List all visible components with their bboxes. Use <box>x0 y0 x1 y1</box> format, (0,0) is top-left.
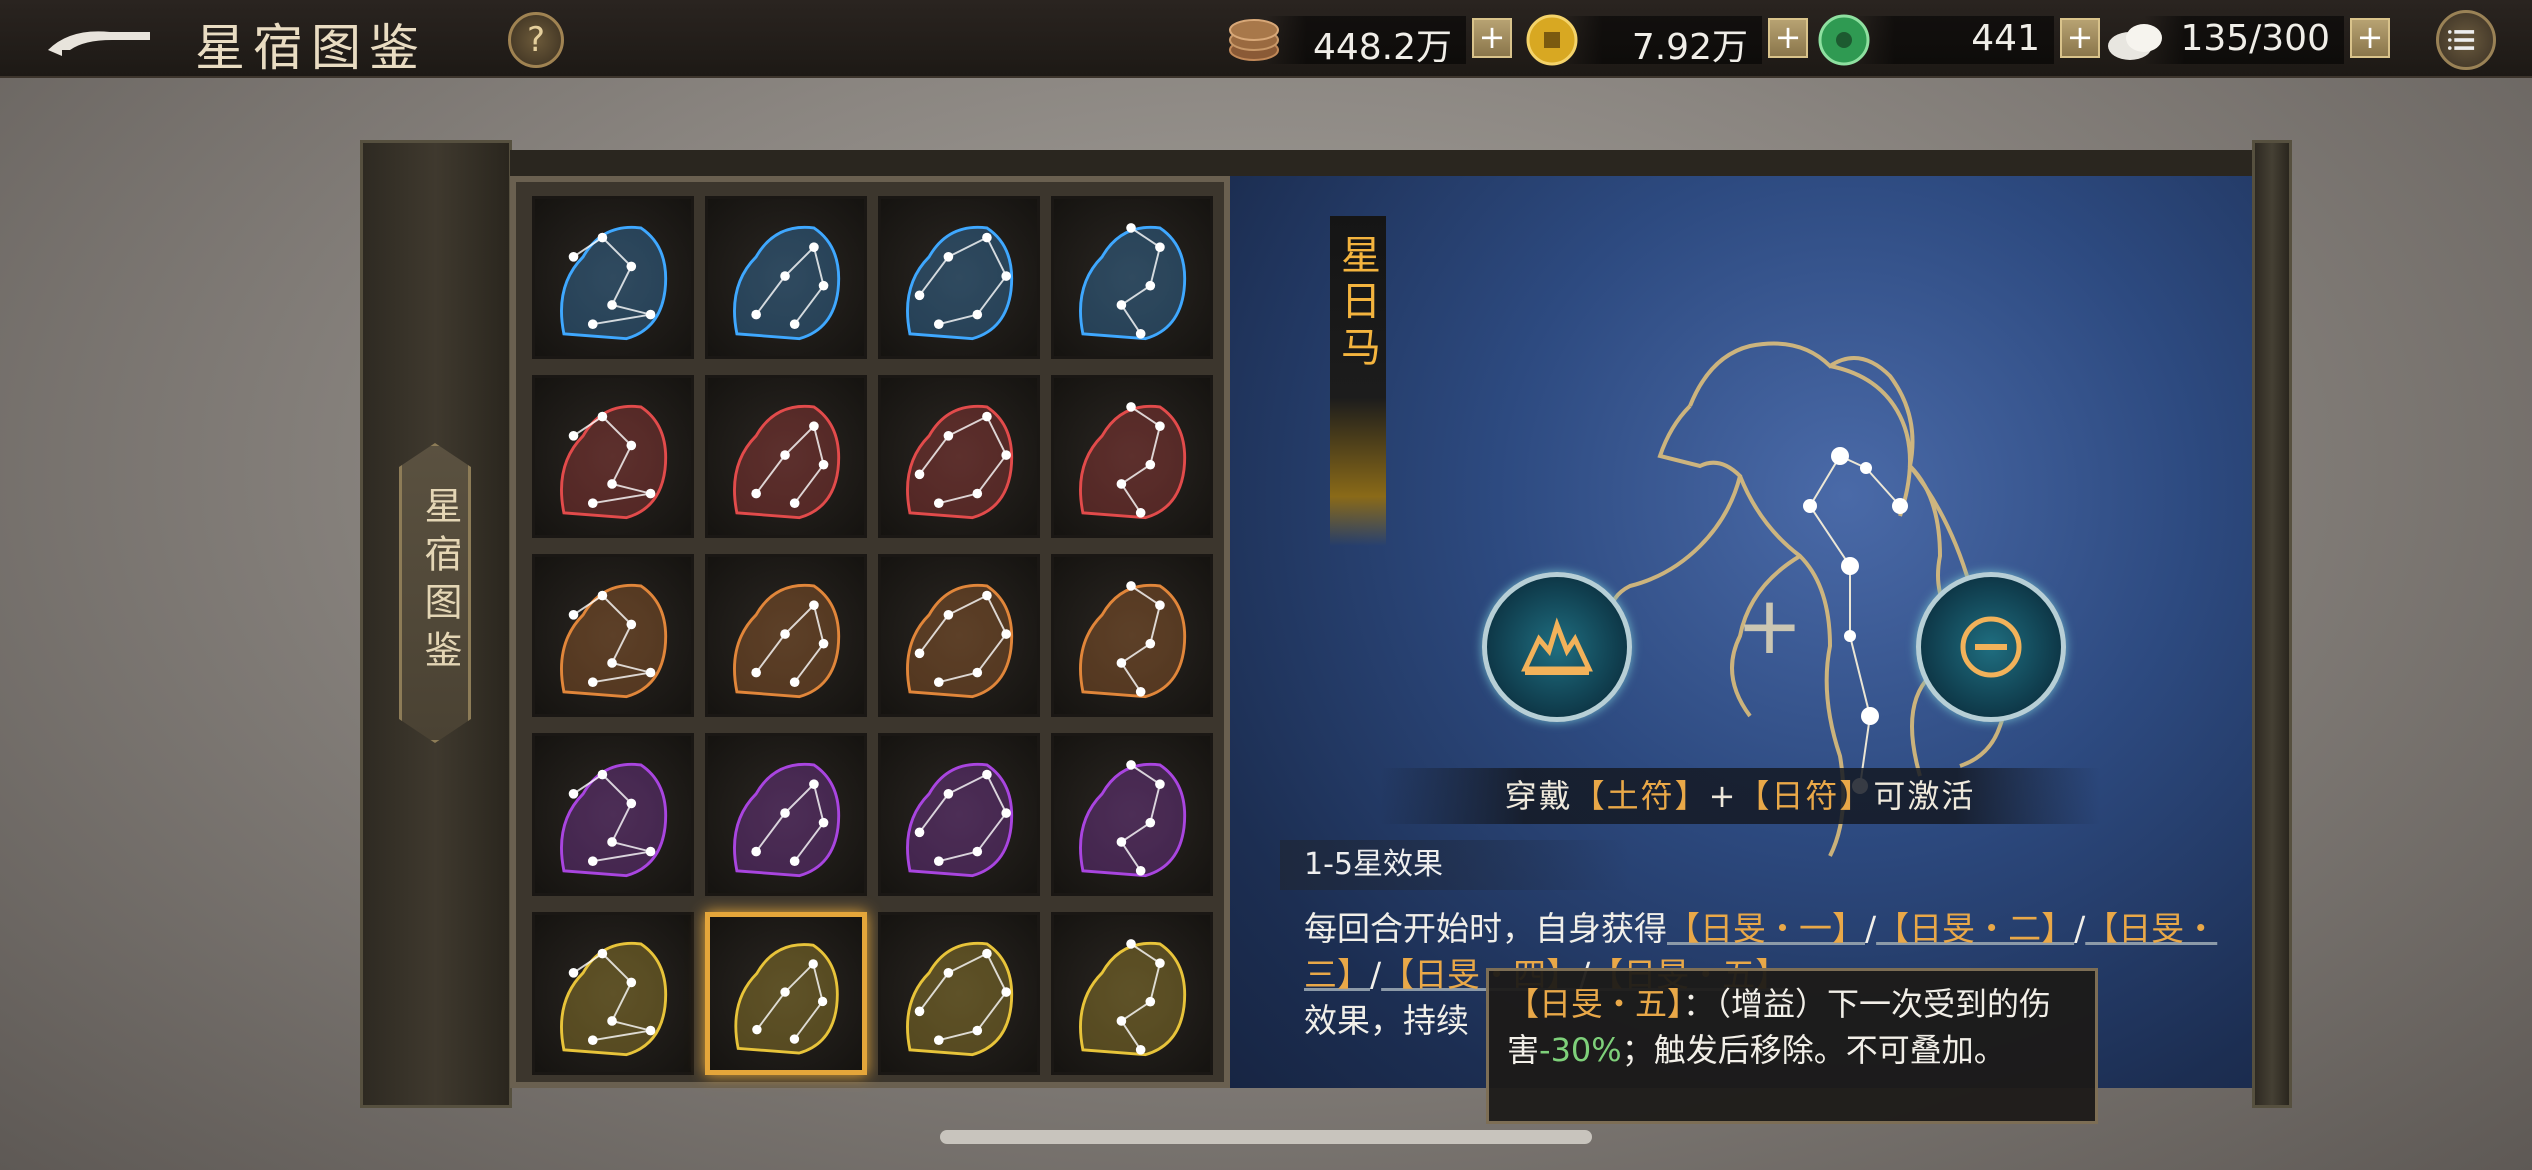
effect-tag-2[interactable]: 【日旻・二】 <box>1876 909 2074 948</box>
constellation-cell-blue-beast[interactable] <box>878 196 1040 359</box>
red-tiger-constellation-icon <box>906 404 1014 520</box>
effects-header: 1-5星效果 <box>1280 840 1630 890</box>
top-bar: 星宿图鉴 ? 448.2万 + 7.92万 + 441 + 135/300 + <box>0 0 2532 78</box>
constellation-cell-purple-stag[interactable] <box>705 733 867 896</box>
constellation-cell-blue-wolf[interactable] <box>705 196 867 359</box>
combine-plus-icon: + <box>1736 579 1804 672</box>
stamina-add-button[interactable]: + <box>2350 18 2390 58</box>
mountain-icon <box>1521 617 1593 675</box>
blue-lion-constellation-icon <box>560 225 668 341</box>
blue-serpent-constellation-icon <box>1079 223 1187 341</box>
constellation-name: 星日马 <box>1334 234 1380 372</box>
stamina-value: 135/300 <box>2180 18 2330 59</box>
red-boar-constellation-icon <box>560 404 668 520</box>
blue-wolf-constellation-icon <box>733 225 841 341</box>
back-button[interactable] <box>40 18 160 62</box>
resource-stamina: 135/300 + <box>2104 12 2390 68</box>
page-title: 星宿图鉴 <box>195 19 427 77</box>
activation-requirement: 穿戴【土符】+【日符】可激活 <box>1380 768 2100 824</box>
sun-talisman-slot[interactable] <box>1916 572 2066 722</box>
left-scroll-roller: 星宿图鉴 <box>360 140 512 1108</box>
purple-crane-constellation-icon <box>560 762 668 878</box>
copper-add-button[interactable]: + <box>1472 18 1512 58</box>
gold-rabbit-constellation-icon <box>906 941 1014 1057</box>
constellation-grid <box>532 196 1213 1075</box>
gold-value: 7.92万 <box>1631 27 1748 68</box>
red-monkey-constellation-icon <box>1079 402 1187 520</box>
purple-fox-constellation-icon <box>906 762 1014 878</box>
name-banner: 星日马 <box>1330 216 1386 546</box>
stamina-icon <box>2104 12 2166 68</box>
constellation-cell-gold-rooster[interactable] <box>1051 912 1213 1075</box>
menu-button[interactable] <box>2436 10 2496 70</box>
constellation-cell-blue-lion[interactable] <box>532 196 694 359</box>
constellation-cell-orange-bat[interactable] <box>1051 554 1213 717</box>
constellation-cell-purple-crane[interactable] <box>532 733 694 896</box>
purple-swallow-constellation-icon <box>1079 760 1187 878</box>
constellation-grid-panel <box>510 176 1230 1088</box>
constellation-cell-red-tiger[interactable] <box>878 375 1040 538</box>
constellation-cell-orange-badger[interactable] <box>878 554 1040 717</box>
orange-deer-constellation-icon <box>733 583 841 699</box>
codex-frame: 星宿图鉴 星日马 + 穿戴【土符】+【日符】可激活 1-5星效果 每回合开始时，… <box>360 140 2292 1108</box>
gold-horse-constellation-icon <box>734 943 839 1055</box>
copper-coins-icon <box>1226 12 1288 68</box>
resource-jade: 441 + <box>1814 12 2100 68</box>
copper-value: 448.2万 <box>1312 27 1452 68</box>
constellation-cell-gold-rat[interactable] <box>532 912 694 1075</box>
constellation-cell-purple-swallow[interactable] <box>1051 733 1213 896</box>
side-tab-label: 星宿图鉴 <box>418 486 462 678</box>
sun-icon <box>1960 616 2022 678</box>
purple-stag-constellation-icon <box>733 762 841 878</box>
help-button[interactable]: ? <box>508 12 564 68</box>
home-indicator[interactable] <box>940 1130 1592 1144</box>
constellation-cell-red-monkey[interactable] <box>1051 375 1213 538</box>
constellation-cell-gold-horse[interactable] <box>705 912 867 1075</box>
side-tab-codex[interactable]: 星宿图鉴 <box>399 443 471 743</box>
orange-bat-constellation-icon <box>1079 581 1187 699</box>
constellation-cell-purple-fox[interactable] <box>878 733 1040 896</box>
gold-add-button[interactable]: + <box>1768 18 1808 58</box>
constellation-cell-orange-pheasant[interactable] <box>532 554 694 717</box>
resource-gold: 7.92万 + <box>1522 12 1808 68</box>
constellation-cell-orange-deer[interactable] <box>705 554 867 717</box>
menu-icon <box>2448 30 2475 50</box>
constellation-detail: 星日马 + 穿戴【土符】+【日符】可激活 1-5星效果 每回合开始时，自身获得【… <box>1230 176 2255 1088</box>
gold-rooster-constellation-icon <box>1079 939 1187 1057</box>
earth-talisman-slot[interactable] <box>1482 572 1632 722</box>
red-snake-constellation-icon <box>733 404 841 520</box>
effect-tag-1[interactable]: 【日旻・一】 <box>1667 909 1865 948</box>
gold-coin-icon <box>1522 12 1584 68</box>
jade-value: 441 <box>1971 18 2040 59</box>
blue-beast-constellation-icon <box>906 225 1014 341</box>
constellation-cell-red-snake[interactable] <box>705 375 867 538</box>
orange-pheasant-constellation-icon <box>560 583 668 699</box>
gold-rat-constellation-icon <box>560 941 668 1057</box>
constellation-cell-gold-rabbit[interactable] <box>878 912 1040 1075</box>
resource-copper: 448.2万 + <box>1226 12 1512 68</box>
right-scroll-roller <box>2252 140 2292 1108</box>
jade-add-button[interactable]: + <box>2060 18 2100 58</box>
constellation-cell-red-boar[interactable] <box>532 375 694 538</box>
orange-badger-constellation-icon <box>906 583 1014 699</box>
effect-tooltip: 【日旻・五】：（增益）下一次受到的伤害-30%；触发后移除。不可叠加。 <box>1486 968 2098 1124</box>
jade-icon <box>1814 12 1876 68</box>
constellation-cell-blue-serpent[interactable] <box>1051 196 1213 359</box>
